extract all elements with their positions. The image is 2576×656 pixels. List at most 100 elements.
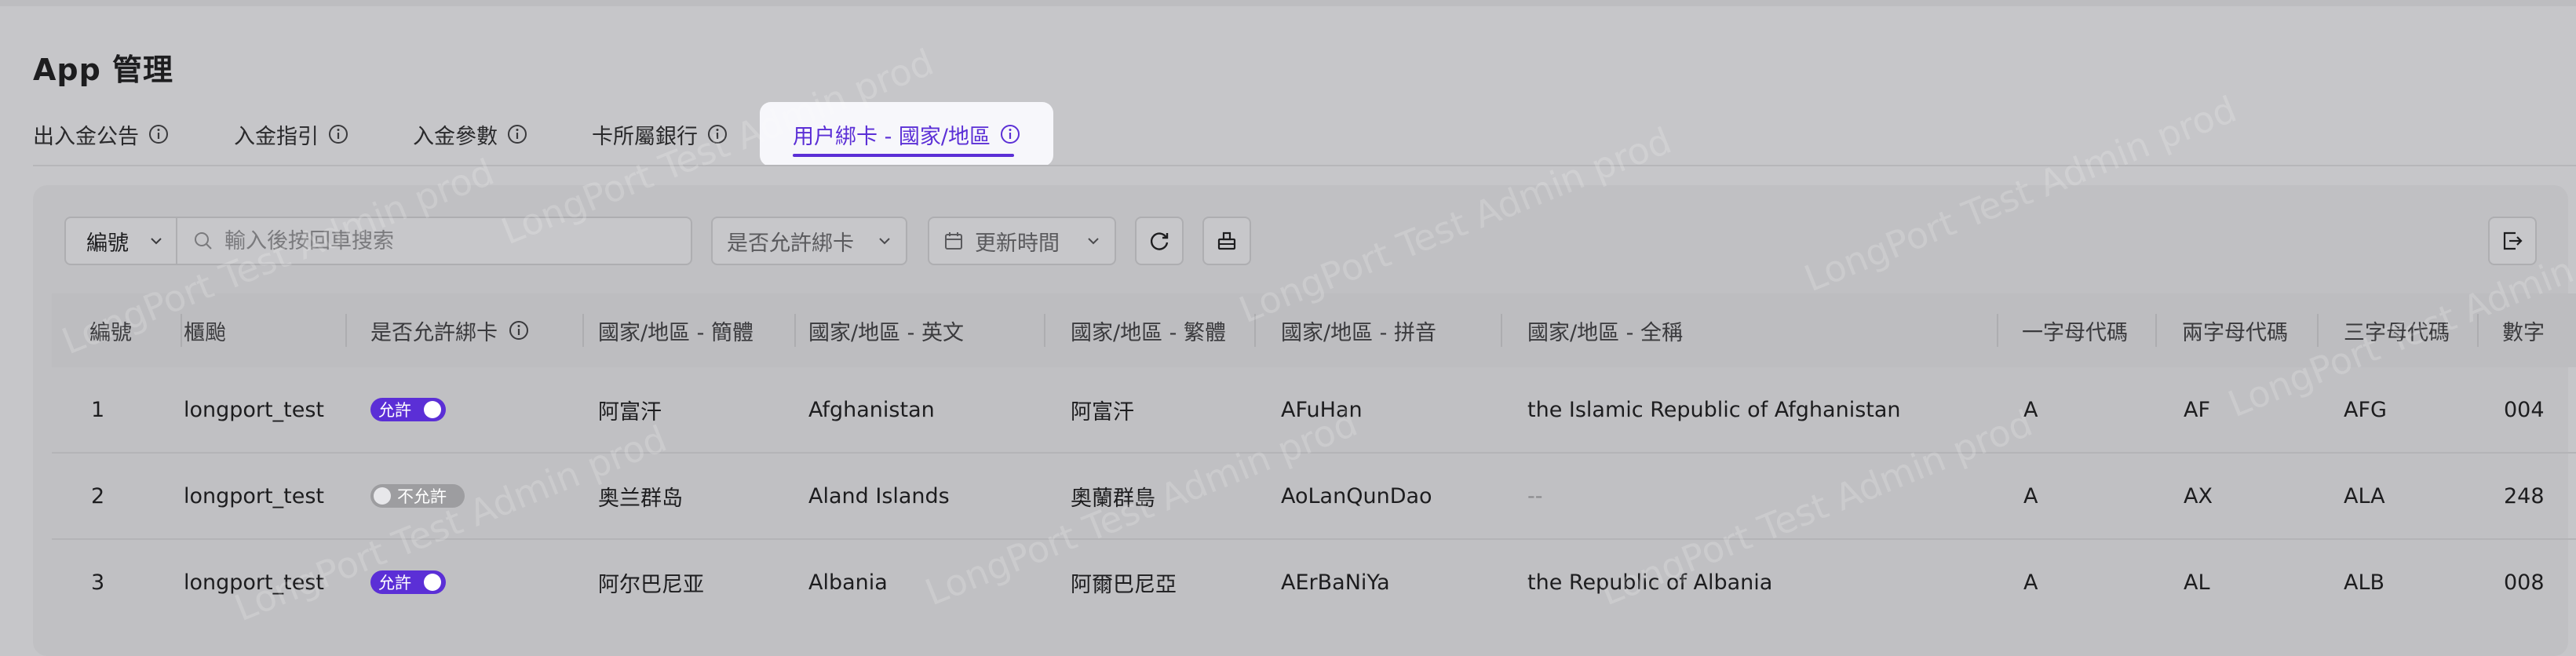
- column-separator: [2317, 314, 2319, 347]
- table-row[interactable]: 2 longport_test 不允許 奥兰群岛 Aland Islands 奧…: [52, 454, 2576, 540]
- column-header-pinyin: 國家/地區 - 拼音: [1281, 320, 1437, 345]
- top-bar: [0, 0, 2576, 6]
- export-icon: [2503, 231, 2523, 250]
- update-time-filter[interactable]: 更新時間: [928, 217, 1116, 265]
- cell-tenant: longport_test: [184, 397, 324, 422]
- calendar-icon: [945, 232, 962, 250]
- cell-en: Albania: [808, 570, 888, 595]
- info-icon: [509, 321, 528, 340]
- info-icon: [149, 125, 168, 144]
- info-icon: [329, 125, 348, 144]
- column-header-allow-bind: 是否允許綁卡: [370, 293, 529, 367]
- cell-allow-bind: 不允許: [370, 454, 465, 538]
- allow-bind-toggle[interactable]: 允許: [370, 570, 446, 594]
- column-separator: [1254, 314, 1256, 347]
- cell-code1: A: [2023, 570, 2038, 595]
- refresh-button[interactable]: [1135, 217, 1184, 265]
- cell-id: 3: [91, 570, 105, 595]
- column-separator: [1501, 314, 1502, 347]
- allow-bind-filter-label: 是否允許綁卡: [727, 231, 854, 256]
- column-separator: [582, 314, 584, 347]
- tab-user-card-country[interactable]: 用户綁卡 - 國家/地區: [760, 102, 1054, 166]
- column-header-zh-hant: 國家/地區 - 繁體: [1071, 320, 1227, 345]
- update-time-filter-label: 更新時間: [975, 231, 1060, 256]
- column-separator: [1044, 314, 1045, 347]
- column-separator: [1997, 314, 1998, 347]
- page-title: App 管理: [33, 53, 174, 87]
- toggle-knob: [424, 401, 441, 418]
- tab-bar: 出入金公告 入金指引 入金參數 卡所屬銀行 用户綁卡 - 國家/地區: [0, 102, 2576, 166]
- tab-card-bank[interactable]: 卡所屬銀行: [592, 102, 728, 166]
- table-row[interactable]: 3 longport_test 允許 阿尔巴尼亚 Albania 阿爾巴尼亞 A…: [52, 540, 2576, 626]
- allow-bind-filter[interactable]: 是否允許綁卡: [711, 217, 907, 265]
- cell-code2: AL: [2184, 570, 2210, 595]
- search-field-select-value: 編號: [86, 231, 129, 256]
- column-header-label: 是否允許綁卡: [370, 320, 498, 345]
- cell-en: Afghanistan: [808, 397, 935, 422]
- allow-bind-toggle[interactable]: 允許: [370, 398, 446, 421]
- tab-deposit-announcement[interactable]: 出入金公告: [33, 102, 169, 166]
- toggle-label: 允許: [378, 574, 411, 592]
- broom-icon: [1217, 231, 1236, 250]
- tabs-divider: [33, 165, 2576, 166]
- chevron-down-icon: [151, 238, 162, 245]
- refresh-icon: [1150, 232, 1169, 250]
- toggle-label: 允許: [378, 401, 411, 420]
- cell-pinyin: AoLanQunDao: [1281, 483, 1432, 508]
- cell-id: 1: [91, 397, 105, 422]
- toggle-label: 不允許: [397, 487, 447, 506]
- tab-deposit-guide[interactable]: 入金指引: [234, 102, 348, 166]
- cell-numeric: 004: [2504, 397, 2545, 422]
- search-icon: [195, 232, 212, 250]
- toggle-knob: [374, 487, 391, 505]
- tab-deposit-params[interactable]: 入金參數: [413, 102, 527, 166]
- cell-pinyin: AErBaNiYa: [1281, 570, 1390, 595]
- cell-full-name: the Islamic Republic of Afghanistan: [1527, 397, 1901, 422]
- clear-filters-button[interactable]: [1202, 217, 1251, 265]
- cell-zh-hant: 阿富汗: [1071, 399, 1134, 425]
- column-separator: [2155, 314, 2157, 347]
- cell-zh-hans: 阿富汗: [598, 399, 662, 425]
- cell-en: Aland Islands: [808, 483, 950, 508]
- toggle-knob: [424, 574, 441, 591]
- cell-code2: AX: [2184, 483, 2213, 508]
- search-box: [176, 217, 692, 265]
- column-header-zh-hans: 國家/地區 - 簡體: [598, 320, 754, 345]
- cell-pinyin: AFuHan: [1281, 397, 1363, 422]
- export-button[interactable]: [2488, 217, 2537, 265]
- cell-allow-bind: 允許: [370, 540, 446, 625]
- search-field-select[interactable]: 編號: [64, 217, 177, 265]
- info-icon: [508, 125, 527, 144]
- column-separator: [181, 314, 182, 347]
- cell-code3: ALA: [2344, 483, 2385, 508]
- cell-full-name: the Republic of Albania: [1527, 570, 1773, 595]
- column-header-code1: 一字母代碼: [2022, 320, 2128, 345]
- column-header-id: 編號: [89, 320, 132, 345]
- cell-numeric: 248: [2504, 483, 2545, 508]
- column-header-code3: 三字母代碼: [2344, 320, 2450, 345]
- column-separator: [794, 314, 796, 347]
- column-header-en: 國家/地區 - 英文: [808, 320, 965, 345]
- column-header-tenant: 櫃颱: [184, 320, 226, 345]
- cell-tenant: longport_test: [184, 570, 324, 595]
- column-header-full-name: 國家/地區 - 全稱: [1527, 320, 1684, 345]
- cell-zh-hant: 奧蘭群島: [1071, 486, 1155, 511]
- allow-bind-toggle[interactable]: 不允許: [370, 484, 465, 508]
- chevron-down-icon: [1088, 238, 1099, 245]
- cell-full-name: --: [1527, 483, 1543, 508]
- cell-allow-bind: 允許: [370, 367, 446, 452]
- info-icon: [1001, 125, 1020, 144]
- tab-label: 入金參數: [413, 124, 498, 149]
- info-icon: [708, 125, 727, 144]
- tab-label: 卡所屬銀行: [592, 124, 698, 149]
- cell-zh-hans: 奥兰群岛: [598, 486, 683, 511]
- cell-id: 2: [91, 483, 105, 508]
- column-separator: [345, 314, 347, 347]
- table-row[interactable]: 1 longport_test 允許 阿富汗 Afghanistan 阿富汗 A…: [52, 367, 2576, 454]
- column-header-numeric: 數字: [2502, 320, 2545, 345]
- cell-zh-hant: 阿爾巴尼亞: [1071, 572, 1177, 597]
- cell-tenant: longport_test: [184, 483, 324, 508]
- search-input[interactable]: [223, 228, 666, 254]
- table-header: 編號 櫃颱 是否允許綁卡 國家/地區 - 簡體 國家/地區 - 英文 國家/地區…: [52, 293, 2576, 367]
- tab-label: 入金指引: [234, 124, 319, 149]
